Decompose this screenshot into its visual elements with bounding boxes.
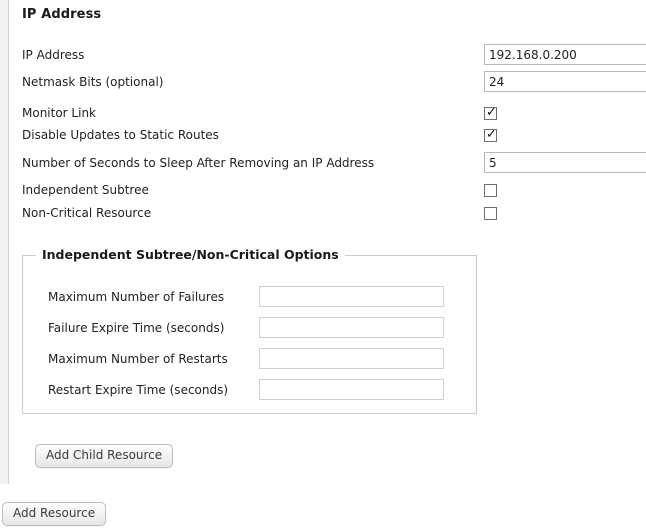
- maximum-number-of-failures-input[interactable]: [259, 286, 444, 307]
- property-row-sleep-seconds-after-removing-ip: Number of Seconds to Sleep After Removin…: [9, 152, 646, 174]
- property-label-monitor-link: Monitor Link: [22, 106, 97, 120]
- property-row-disable-updates-to-static-routes: Disable Updates to Static Routes: [9, 124, 646, 146]
- independent-subtree-checkbox[interactable]: [484, 184, 497, 197]
- property-row-monitor-link: Monitor Link: [9, 102, 646, 124]
- property-label-disable-updates-to-static-routes: Disable Updates to Static Routes: [22, 128, 219, 142]
- subtree-label-restart-expire-time: Restart Expire Time (seconds): [48, 383, 229, 397]
- ip-address-input[interactable]: [484, 44, 646, 65]
- property-control-independent-subtree: [484, 179, 497, 201]
- maximum-number-of-restarts-input[interactable]: [259, 348, 444, 369]
- subtree-row-restart-expire-time: Restart Expire Time (seconds): [23, 379, 476, 401]
- resource-panel-gutter: IP Address IP Address Netmask Bits (optio…: [0, 0, 646, 484]
- add-child-resource-button[interactable]: Add Child Resource: [35, 444, 174, 468]
- property-control-disable-updates-to-static-routes: [484, 124, 498, 146]
- monitor-link-checkbox[interactable]: [484, 105, 498, 120]
- property-control-ip-address: [484, 44, 646, 66]
- subtree-label-maximum-number-of-failures: Maximum Number of Failures: [48, 290, 225, 304]
- independent-subtree-options-fieldset: Independent Subtree/Non-Critical Options…: [22, 247, 477, 414]
- disable-updates-to-static-routes-checkbox[interactable]: [484, 127, 498, 142]
- sleep-seconds-after-removing-ip-input[interactable]: [484, 152, 646, 173]
- subtree-row-maximum-number-of-restarts: Maximum Number of Restarts: [23, 348, 476, 370]
- property-label-netmask-bits: Netmask Bits (optional): [22, 75, 164, 89]
- add-resource-button[interactable]: Add Resource: [2, 502, 107, 526]
- property-control-non-critical-resource: [484, 202, 497, 224]
- property-label-non-critical-resource: Non-Critical Resource: [22, 206, 152, 220]
- property-control-monitor-link: [484, 102, 498, 124]
- ip-address-resource-panel: IP Address IP Address Netmask Bits (optio…: [8, 0, 646, 484]
- property-row-independent-subtree: Independent Subtree: [9, 179, 646, 201]
- subtree-row-maximum-number-of-failures: Maximum Number of Failures: [23, 286, 476, 308]
- property-row-netmask-bits: Netmask Bits (optional): [9, 71, 646, 93]
- property-label-ip-address: IP Address: [22, 48, 85, 62]
- property-control-netmask-bits: [484, 71, 646, 93]
- property-control-sleep-seconds-after-removing-ip: [484, 152, 646, 174]
- property-row-non-critical-resource: Non-Critical Resource: [9, 202, 646, 224]
- failure-expire-time-input[interactable]: [259, 317, 444, 338]
- subtree-row-failure-expire-time: Failure Expire Time (seconds): [23, 317, 476, 339]
- page-title: IP Address: [22, 7, 102, 22]
- property-row-ip-address: IP Address: [9, 44, 646, 66]
- property-label-independent-subtree: Independent Subtree: [22, 183, 149, 197]
- subtree-label-maximum-number-of-restarts: Maximum Number of Restarts: [48, 352, 228, 366]
- restart-expire-time-input[interactable]: [259, 379, 444, 400]
- non-critical-resource-checkbox[interactable]: [484, 207, 497, 220]
- netmask-bits-input[interactable]: [484, 71, 646, 92]
- property-label-sleep-seconds-after-removing-ip: Number of Seconds to Sleep After Removin…: [22, 156, 375, 170]
- subtree-label-failure-expire-time: Failure Expire Time (seconds): [48, 321, 225, 335]
- fieldset-legend: Independent Subtree/Non-Critical Options: [36, 247, 345, 262]
